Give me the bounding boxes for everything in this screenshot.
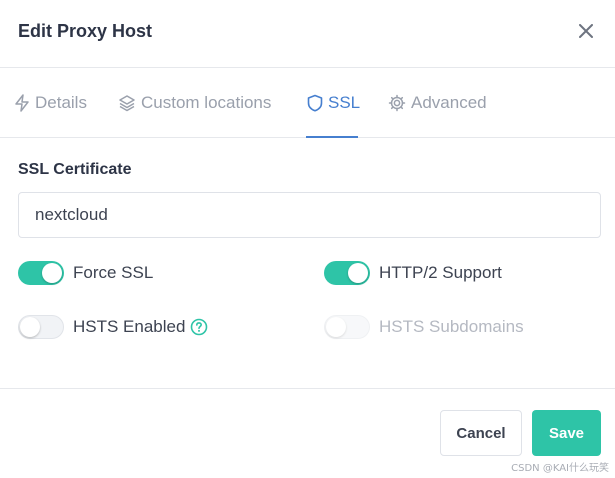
hsts-subdomains-switch [324, 315, 370, 339]
cancel-button[interactable]: Cancel [440, 410, 522, 456]
save-button[interactable]: Save [532, 410, 601, 456]
ssl-certificate-select[interactable]: nextcloud [18, 192, 601, 238]
hsts-enabled-toggle[interactable]: HSTS Enabled [18, 314, 208, 340]
watermark: CSDN @KAI什么玩笑 [511, 463, 609, 474]
close-button[interactable] [575, 20, 597, 42]
force-ssl-label: Force SSL [73, 263, 154, 282]
http2-support-label: HTTP/2 Support [379, 263, 502, 282]
force-ssl-switch[interactable] [18, 261, 64, 285]
ssl-certificate-label: SSL Certificate [18, 161, 132, 178]
bolt-icon [15, 94, 29, 112]
ssl-certificate-value: nextcloud [35, 205, 108, 224]
hsts-subdomains-toggle: HSTS Subdomains [324, 314, 524, 340]
hsts-subdomains-label: HSTS Subdomains [379, 317, 524, 336]
help-icon[interactable] [190, 318, 208, 336]
tab-ssl-label: SSL [328, 93, 361, 112]
active-tab-indicator [306, 136, 358, 138]
tab-advanced-label: Advanced [411, 93, 487, 112]
force-ssl-toggle[interactable]: Force SSL [18, 260, 153, 286]
http2-support-switch[interactable] [324, 261, 370, 285]
gear-icon [388, 94, 406, 112]
close-icon [579, 24, 593, 38]
tab-custom-locations-label: Custom locations [141, 93, 272, 112]
tab-ssl[interactable]: SSL [307, 92, 360, 114]
tab-advanced[interactable]: Advanced [388, 92, 487, 114]
layers-icon [119, 95, 135, 112]
tab-custom-locations[interactable]: Custom locations [118, 92, 271, 114]
tab-details-label: Details [35, 93, 87, 112]
hsts-enabled-label: HSTS Enabled [73, 317, 186, 336]
shield-icon [307, 94, 323, 112]
hsts-enabled-switch[interactable] [18, 315, 64, 339]
tab-details[interactable]: Details [14, 92, 87, 114]
http2-support-toggle[interactable]: HTTP/2 Support [324, 260, 502, 286]
modal-title: Edit Proxy Host [18, 21, 153, 41]
edit-proxy-host-modal: Edit Proxy Host Details Custom locations [0, 0, 615, 478]
modal-header: Edit Proxy Host [0, 0, 615, 68]
tab-bar: Details Custom locations SSL Advanced [0, 68, 615, 138]
